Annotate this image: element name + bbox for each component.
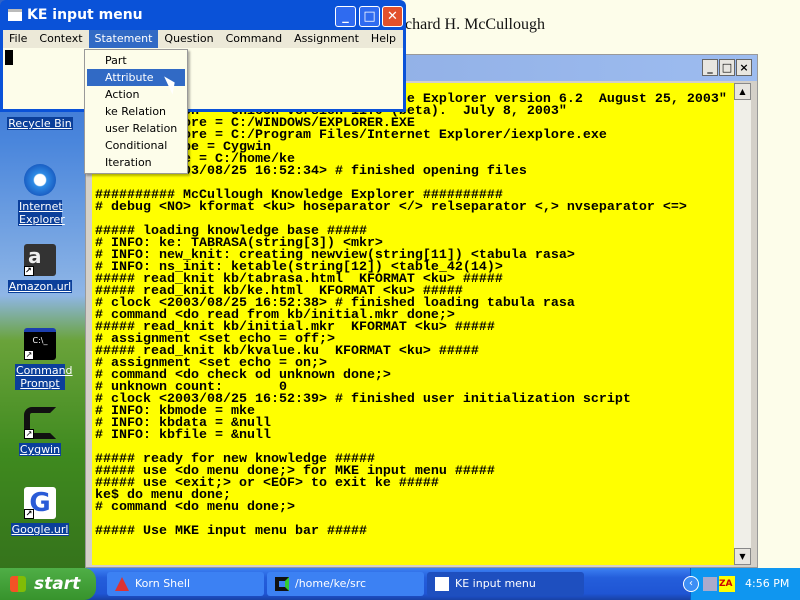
statement-dropdown-menu: Part Attribute Action ke Relation user Relat… xyxy=(84,49,188,174)
menu-item-part[interactable]: Part xyxy=(87,52,185,69)
task-label: /home/ke/src xyxy=(295,577,367,590)
task-ke-input-menu[interactable]: KE input menu xyxy=(427,572,584,596)
minimize-button[interactable]: _ xyxy=(702,59,718,76)
menu-assignment[interactable]: Assignment xyxy=(288,30,365,48)
maximize-button[interactable]: □ xyxy=(359,6,380,27)
close-button[interactable]: × xyxy=(736,59,752,76)
shortcut-arrow-icon: ↗ xyxy=(24,429,34,439)
menu-item-conditional[interactable]: Conditional xyxy=(87,137,185,154)
scroll-up-arrow-icon[interactable]: ▲ xyxy=(734,83,751,100)
start-label: start xyxy=(34,574,81,594)
icon-label: Recycle Bin xyxy=(7,117,73,130)
desktop-icon-command-prompt[interactable]: C:\_ ↗ Command Prompt xyxy=(0,328,80,390)
show-hidden-icons-button[interactable]: ‹ xyxy=(683,576,699,592)
network-icon[interactable] xyxy=(703,577,717,591)
terminal-line: # INFO: kbfile = &null xyxy=(95,428,271,443)
window-title-bar[interactable]: KE input menu _ □ ✕ xyxy=(3,0,403,30)
icon-label: Amazon.url xyxy=(7,280,73,293)
shortcut-arrow-icon: ↗ xyxy=(24,509,34,519)
cygwin-icon: ↗ xyxy=(24,407,56,439)
terminal-line: # clock <2003/08/25 16:52:34> # finished… xyxy=(95,164,527,179)
menu-item-iteration[interactable]: Iteration xyxy=(87,154,185,171)
menu-context[interactable]: Context xyxy=(33,30,88,48)
desktop-icon-internet-explorer[interactable]: Internet Explorer xyxy=(0,164,80,226)
task-home-ke-src[interactable]: /home/ke/src xyxy=(267,572,424,596)
menu-help[interactable]: Help xyxy=(365,30,402,48)
start-button[interactable]: start xyxy=(0,568,96,600)
desktop-icon-recycle-bin[interactable]: Recycle Bin xyxy=(0,117,80,130)
page-heading: chard H. McCullough xyxy=(405,16,545,33)
terminal-line: # debug <NO> kformat <ku> hoseparator </… xyxy=(95,200,687,215)
text-cursor xyxy=(5,50,13,65)
shortcut-arrow-icon: ↗ xyxy=(24,350,34,360)
zonealarm-icon[interactable]: ZA xyxy=(719,576,735,592)
close-button[interactable]: ✕ xyxy=(382,6,403,27)
icon-label: Google.url xyxy=(10,523,70,536)
scroll-down-arrow-icon[interactable]: ▼ xyxy=(734,548,751,565)
desktop-icon-google[interactable]: G ↗ Google.url xyxy=(0,487,80,536)
terminal-text: e Explorer version 6.2 August 25, 2003" … xyxy=(95,93,727,539)
taskbar: start Korn Shell /home/ke/src KE input m… xyxy=(0,568,800,600)
internet-explorer-icon xyxy=(24,164,56,196)
task-korn-shell[interactable]: Korn Shell xyxy=(107,572,264,596)
window-title: KE input menu xyxy=(27,7,143,23)
shortcut-arrow-icon: ↗ xyxy=(24,266,34,276)
terminal-output[interactable]: e Explorer version 6.2 August 25, 2003" … xyxy=(92,83,734,565)
icon-label: Cygwin xyxy=(18,443,62,456)
maximize-button[interactable]: □ xyxy=(719,59,735,76)
system-tray: ‹ ZA 4:56 PM xyxy=(683,568,800,600)
input-area[interactable] xyxy=(3,48,403,109)
terminal-line: ##### Use MKE input menu bar ##### xyxy=(95,524,367,539)
menu-question[interactable]: Question xyxy=(158,30,219,48)
command-prompt-icon: C:\_ ↗ xyxy=(24,328,56,360)
korn-shell-icon xyxy=(115,577,129,591)
icon-label: Command Prompt xyxy=(15,364,73,390)
amazon-shortcut-icon: a ↗ xyxy=(24,244,56,276)
minimize-button[interactable]: _ xyxy=(335,6,356,27)
clock: 4:56 PM xyxy=(745,577,790,590)
ke-input-menu-window: KE input menu _ □ ✕ File Context Statement… xyxy=(0,0,406,112)
menu-file[interactable]: File xyxy=(3,30,33,48)
terminal-line: # command <do menu done;> xyxy=(95,500,295,515)
desktop-icon-amazon[interactable]: a ↗ Amazon.url xyxy=(0,244,80,293)
window-icon xyxy=(8,9,22,21)
menu-item-ke-relation[interactable]: ke Relation xyxy=(87,103,185,120)
icon-label: Internet Explorer xyxy=(18,200,65,226)
menu-item-user-relation[interactable]: user Relation xyxy=(87,120,185,137)
menu-statement[interactable]: Statement xyxy=(88,30,159,48)
vertical-scrollbar[interactable]: ▲ ▼ xyxy=(734,83,751,565)
task-label: KE input menu xyxy=(455,577,536,590)
desktop-icon-cygwin[interactable]: ↗ Cygwin xyxy=(0,407,80,456)
windows-logo-icon xyxy=(10,576,26,592)
google-shortcut-icon: G ↗ xyxy=(24,487,56,519)
cygwin-icon xyxy=(275,577,289,591)
menu-command[interactable]: Command xyxy=(220,30,289,48)
window-icon xyxy=(435,577,449,591)
menu-bar: File Context Statement Question Command Assig… xyxy=(3,30,403,48)
task-label: Korn Shell xyxy=(135,577,191,590)
